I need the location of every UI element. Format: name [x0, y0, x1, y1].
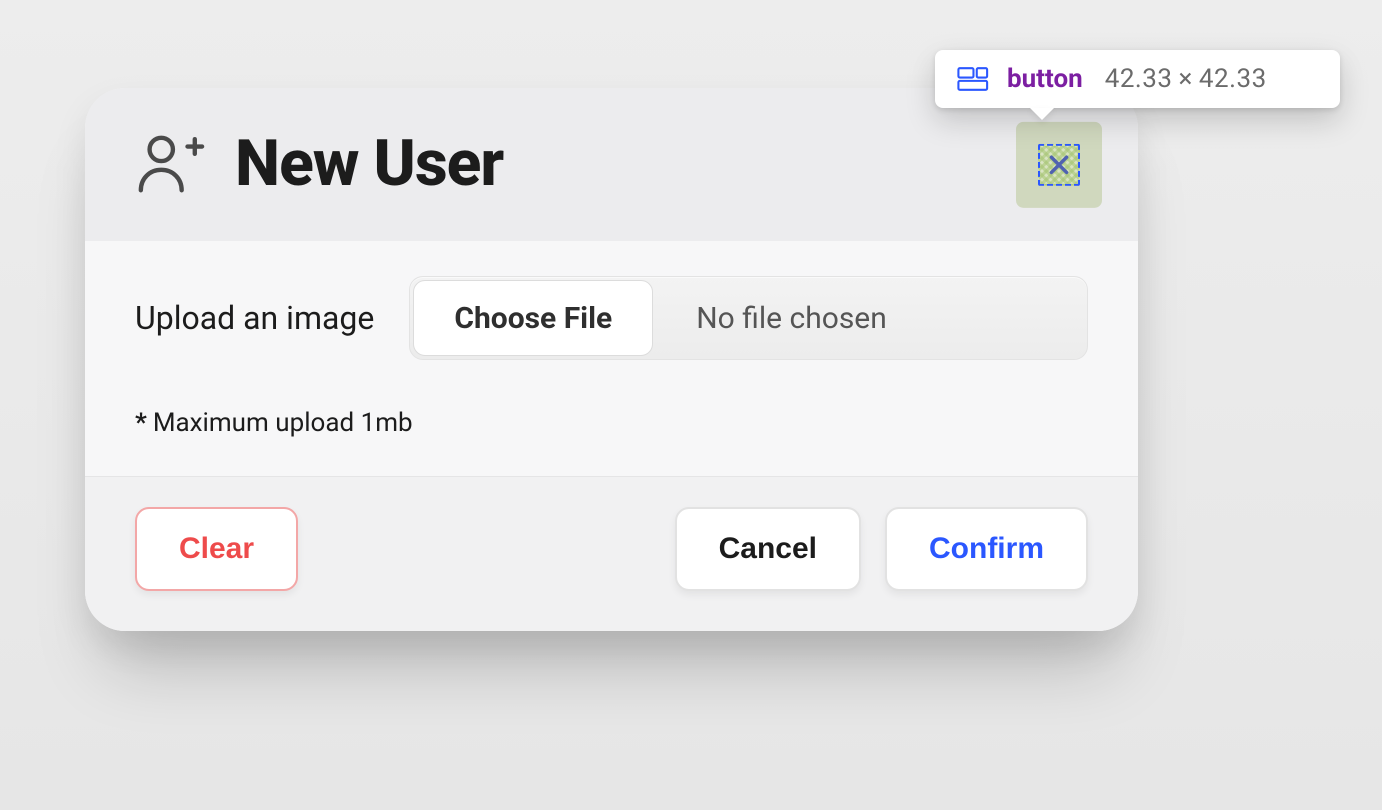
add-user-icon: [135, 129, 205, 199]
new-user-dialog: New User Upload an image Choose File No …: [85, 88, 1138, 631]
dialog-footer: Clear Cancel Confirm: [85, 476, 1138, 631]
close-icon: [1046, 151, 1072, 177]
confirm-button[interactable]: Confirm: [885, 507, 1088, 591]
dialog-title: New User: [235, 126, 503, 201]
clear-button[interactable]: Clear: [135, 507, 298, 591]
devtools-inspect-tooltip: button 42.33×42.33: [935, 50, 1340, 108]
layout-icon: [957, 66, 989, 92]
file-chosen-status: No file chosen: [656, 277, 1087, 359]
file-input[interactable]: Choose File No file chosen: [409, 276, 1088, 360]
tooltip-width: 42.33: [1105, 64, 1173, 94]
upload-hint: *Maximum upload 1mb: [135, 408, 1088, 438]
cancel-button[interactable]: Cancel: [675, 507, 861, 591]
upload-row: Upload an image Choose File No file chos…: [135, 276, 1088, 360]
choose-file-button[interactable]: Choose File: [413, 280, 653, 356]
hint-text: Maximum upload 1mb: [153, 408, 413, 438]
tooltip-height: 42.33: [1199, 64, 1267, 94]
hint-asterisk: *: [135, 408, 147, 438]
tooltip-dimensions: 42.33×42.33: [1105, 64, 1267, 94]
tooltip-element-tag: button: [1007, 64, 1083, 94]
dialog-body: Upload an image Choose File No file chos…: [85, 241, 1138, 476]
upload-label: Upload an image: [135, 299, 374, 337]
dialog-header: New User: [85, 88, 1138, 241]
tooltip-times: ×: [1173, 64, 1199, 94]
close-button[interactable]: [1038, 143, 1080, 185]
